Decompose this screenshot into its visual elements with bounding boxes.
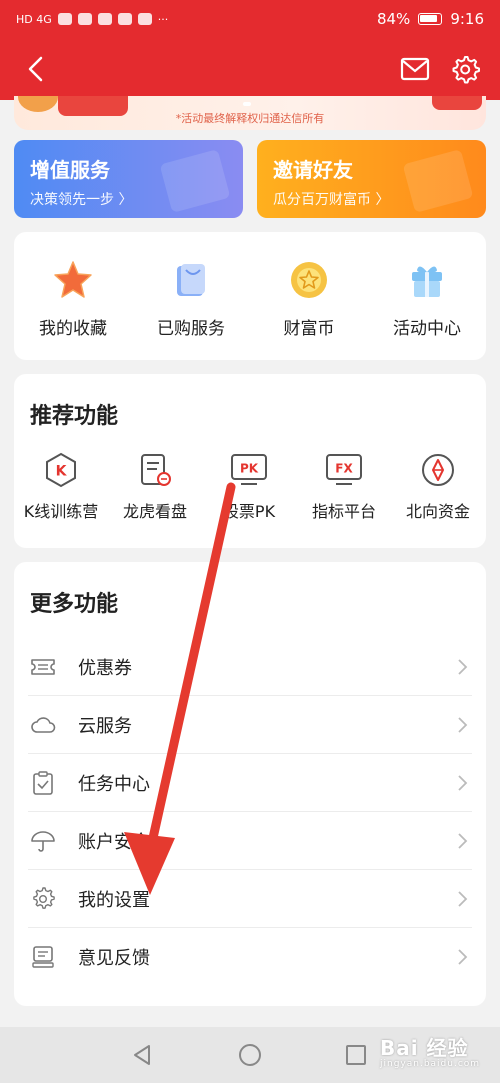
rec-item-dragon-tiger[interactable]: 龙虎看盘 — [107, 452, 203, 522]
promo-subtitle: 瓜分百万财富币 〉 — [273, 192, 390, 208]
app-notification-icon — [117, 13, 132, 25]
more-notifications-icon: ··· — [157, 12, 169, 26]
quick-action-label: 已购服务 — [157, 319, 225, 339]
value-added-service-card[interactable]: 增值服务 决策领先一步 〉 — [14, 140, 243, 218]
rec-item-northbound-funds[interactable]: 北向资金 — [390, 452, 486, 522]
promo-subtitle: 决策领先一步 〉 — [30, 192, 133, 208]
app-header: HD 4G ··· 84% 9:16 — [0, 0, 500, 100]
quick-action-activity-center[interactable]: 活动中心 — [368, 258, 486, 339]
menu-row-cloud-service[interactable]: 云服务 — [28, 696, 472, 754]
menu-row-coupons[interactable]: 优惠券 — [28, 638, 472, 696]
ticket-icon — [31, 658, 55, 675]
quick-action-label: 活动中心 — [393, 319, 461, 339]
battery-icon — [418, 13, 443, 25]
chevron-right-icon — [458, 716, 468, 733]
wifi-icon — [57, 13, 72, 25]
chevron-right-icon — [458, 890, 468, 907]
watermark-text: Bai 经验 — [380, 1036, 469, 1060]
banner-disclaimer: *活动最终解释权归通达信所有 — [175, 112, 325, 125]
svg-text:FX: FX — [335, 462, 353, 476]
network-indicator: HD 4G — [16, 12, 52, 26]
compass-icon — [422, 454, 454, 486]
menu-row-label: 意见反馈 — [78, 948, 150, 969]
gift-icon — [412, 266, 442, 297]
shopping-bag-icon — [177, 264, 205, 296]
quick-action-wealth-coin[interactable]: 财富币 — [250, 258, 368, 339]
clipboard-icon — [33, 770, 53, 795]
search-app-icon — [97, 13, 112, 25]
clock: 9:16 — [450, 10, 484, 28]
k-line-icon: K — [46, 452, 76, 488]
rec-item-label: 股票PK — [222, 502, 276, 521]
carousel-indicator — [243, 102, 251, 106]
cloud-icon — [31, 716, 56, 733]
coin-icon — [291, 262, 327, 298]
triangle-back-icon[interactable] — [130, 1043, 154, 1067]
menu-row-account-security[interactable]: 账户安全 — [28, 812, 472, 870]
music-icon — [137, 13, 152, 25]
menu-row-label: 我的设置 — [78, 889, 150, 911]
rec-item-stock-pk[interactable]: PK 股票PK — [201, 452, 297, 522]
quick-action-favorites[interactable]: 我的收藏 — [14, 258, 132, 339]
promo-banner[interactable]: *活动最终解释权归通达信所有 — [14, 96, 486, 130]
baidu-jingyan-watermark: Bai 经验 jingyan.baidu.com — [380, 1032, 480, 1069]
chevron-right-icon — [458, 658, 468, 675]
chevron-right-icon — [458, 774, 468, 791]
status-bar: HD 4G ··· 84% 9:16 — [0, 0, 500, 38]
chevron-right-icon — [458, 832, 468, 849]
section-title: 推荐功能 — [30, 404, 119, 429]
rec-item-kline-training[interactable]: K K线训练营 — [13, 452, 109, 522]
invite-friends-card[interactable]: 邀请好友 瓜分百万财富币 〉 — [257, 140, 486, 218]
gear-icon — [33, 886, 55, 909]
svg-text:PK: PK — [240, 462, 259, 476]
recommended-functions-card: 推荐功能 K K线训练营 龙虎看盘 PK 股票PK FX 指标平台 北向资金 — [14, 374, 486, 548]
rec-item-label: 龙虎看盘 — [122, 502, 187, 521]
quick-actions-card: 我的收藏 已购服务 财富币 活动中心 — [14, 232, 486, 360]
gear-icon[interactable] — [450, 54, 480, 84]
more-functions-card: 更多功能 优惠券 云服务 任务中心 账户安全 我的设置 意见反馈 — [14, 562, 486, 1006]
menu-row-task-center[interactable]: 任务中心 — [28, 754, 472, 812]
rec-item-label: 北向资金 — [405, 502, 470, 521]
rec-item-indicator-platform[interactable]: FX 指标平台 — [296, 452, 392, 522]
pk-icon: PK — [231, 454, 267, 485]
rec-item-label: 指标平台 — [311, 502, 376, 521]
notification-icon — [77, 13, 92, 25]
section-title: 更多功能 — [30, 592, 119, 617]
menu-row-feedback[interactable]: 意见反馈 — [28, 928, 472, 986]
quick-action-label: 财富币 — [283, 319, 335, 339]
nav-bar — [0, 44, 500, 94]
battery-percent: 84% — [376, 10, 411, 28]
square-recents-icon[interactable] — [344, 1043, 368, 1067]
red-envelope-decoration-right — [432, 96, 482, 110]
feedback-icon — [32, 946, 54, 968]
menu-row-label: 账户安全 — [78, 831, 150, 853]
document-icon — [141, 454, 171, 486]
menu-row-label: 优惠券 — [78, 657, 132, 679]
menu-row-label: 任务中心 — [78, 773, 150, 795]
quick-action-purchased[interactable]: 已购服务 — [132, 258, 250, 339]
star-icon — [54, 261, 92, 298]
quick-action-label: 我的收藏 — [39, 319, 107, 339]
chevron-left-icon[interactable] — [22, 54, 52, 84]
chevron-right-icon — [458, 949, 468, 965]
mail-icon[interactable] — [400, 56, 430, 82]
menu-row-label: 云服务 — [78, 715, 132, 737]
circle-home-icon[interactable] — [238, 1043, 262, 1067]
menu-row-my-settings[interactable]: 我的设置 — [28, 870, 472, 928]
watermark-subtext: jingyan.baidu.com — [380, 1059, 481, 1069]
fx-icon: FX — [326, 454, 362, 485]
svg-text:K: K — [56, 464, 68, 480]
rec-item-label: K线训练营 — [23, 502, 99, 521]
umbrella-icon — [31, 830, 55, 852]
